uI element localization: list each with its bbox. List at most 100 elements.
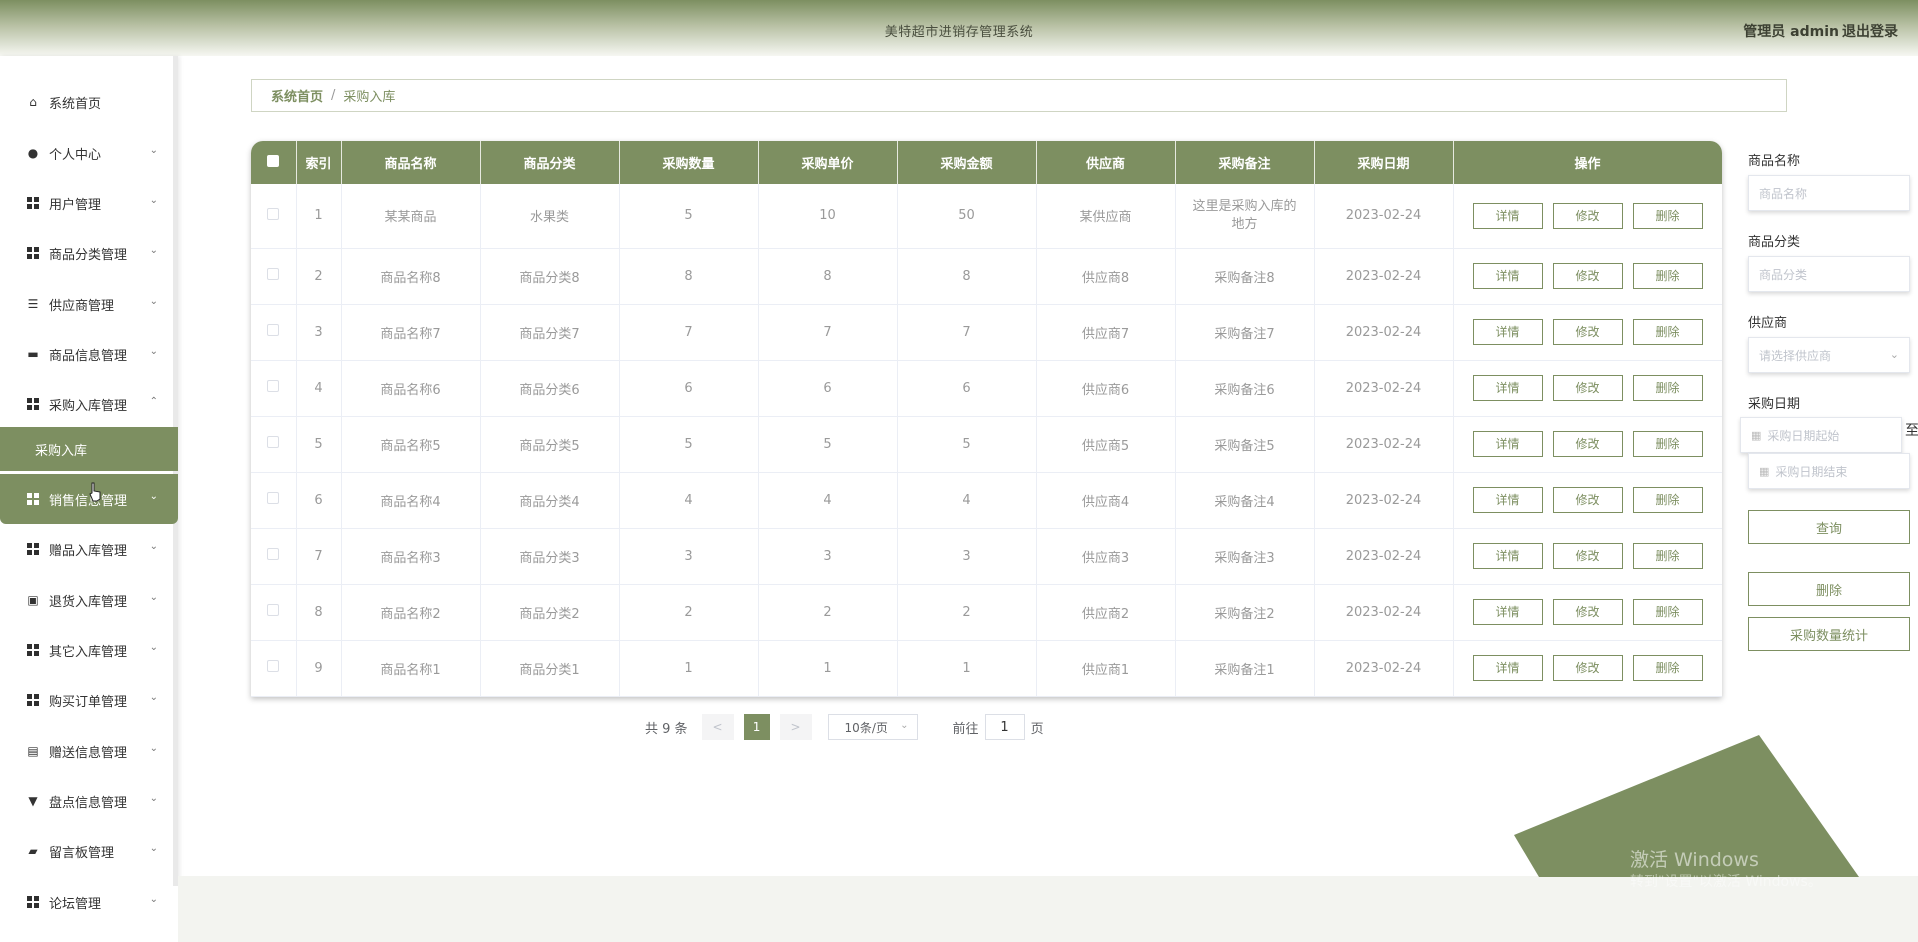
detail-button[interactable]: 详情 [1472,375,1543,401]
edit-button[interactable]: 修改 [1552,202,1623,229]
table-row: 9 商品名称1 商品分类1 1 1 1 供应商1 采购备注1 2023-02-24 详情 修改 删除 [251,640,1722,697]
detail-button[interactable]: 详情 [1472,431,1543,457]
row-checkbox[interactable] [267,492,280,504]
sidebar-item[interactable]: 论坛管理 ⌄ [0,877,178,927]
detail-button[interactable]: 详情 [1472,487,1543,513]
filter-supplier-select[interactable]: 请选择供应商 ⌄ [1748,337,1910,373]
sidebar-item[interactable]: 赠品入库管理 ⌄ [0,524,178,574]
purchase-stats-button[interactable]: 采购数量统计 [1748,617,1910,651]
delete-button[interactable]: 删除 [1632,319,1703,345]
detail-button[interactable]: 详情 [1472,543,1543,569]
delete-button[interactable]: 删除 [1632,263,1703,289]
row-select-cell[interactable] [251,528,297,585]
delete-button[interactable]: 删除 [1632,543,1703,569]
goto-prefix: 前往 [952,721,979,737]
edit-button[interactable]: 修改 [1552,319,1623,345]
edit-button[interactable]: 修改 [1552,263,1623,289]
sidebar-item[interactable]: ☰ 供应商管理 ⌄ [0,279,178,329]
page-size-select[interactable]: 10条/页 ⌄ [827,714,918,740]
sidebar-item[interactable]: 购买订单管理 ⌄ [0,675,178,725]
delete-button[interactable]: 删除 [1632,375,1703,401]
cell-supplier: 供应商3 [1036,528,1176,585]
row-checkbox[interactable] [267,380,280,392]
sidebar-item[interactable]: 其它入库管理 ⌄ [0,625,178,675]
grid-icon [26,246,40,260]
cell-name: 商品名称5 [341,416,481,473]
sidebar-item-label: 供应商管理 [49,298,115,314]
column-header: 采购单价 [758,141,898,184]
select-all-cell[interactable] [251,141,297,184]
row-select-cell[interactable] [251,184,297,249]
cell-date: 2023-02-24 [1314,248,1454,305]
row-actions-cell: 详情 修改 删除 [1453,360,1722,417]
row-select-cell[interactable] [251,304,297,361]
column-header: 索引 [296,141,342,184]
edit-button[interactable]: 修改 [1552,487,1623,513]
chevron-down-icon: ⌄ [149,491,158,502]
pagination-page-button[interactable]: 1 [743,714,770,740]
select-all-checkbox[interactable] [267,154,280,167]
sidebar-item[interactable]: ▼ 盘点信息管理 ⌄ [0,776,178,826]
row-checkbox[interactable] [267,604,280,616]
sidebar-item[interactable]: ▬ 商品信息管理 ⌄ [0,329,178,379]
delete-button[interactable]: 删除 [1632,599,1703,625]
detail-button[interactable]: 详情 [1472,655,1543,681]
sidebar-item[interactable]: 商品分类管理 ⌄ [0,228,178,278]
row-select-cell[interactable] [251,248,297,305]
cell-name: 商品名称8 [341,248,481,305]
breadcrumb-home[interactable]: 系统首页 [271,86,323,105]
delete-button[interactable]: 删除 [1632,202,1703,229]
filter-name-placeholder: 商品名称 [1759,186,1808,201]
filter-date-start-input[interactable]: ▦ 采购日期起始 [1740,417,1902,453]
row-select-cell[interactable] [251,360,297,417]
delete-button[interactable]: 删除 [1632,655,1703,681]
row-select-cell[interactable] [251,416,297,473]
detail-button[interactable]: 详情 [1472,319,1543,345]
sidebar-subitem-purchase-in[interactable]: 采购入库 [0,427,178,471]
sidebar-item[interactable]: ● 个人中心 ⌄ [0,128,178,178]
search-button[interactable]: 查询 [1748,510,1910,544]
pagination-next-button[interactable]: > [779,714,812,740]
detail-button[interactable]: 详情 [1472,599,1543,625]
edit-button[interactable]: 修改 [1552,431,1623,457]
edit-button[interactable]: 修改 [1552,375,1623,401]
goto-page-input[interactable]: 1 [984,714,1025,740]
row-select-cell[interactable] [251,640,297,697]
row-checkbox[interactable] [267,548,280,560]
filter-name-input[interactable]: 商品名称 [1748,175,1910,211]
row-checkbox[interactable] [267,660,280,672]
detail-button[interactable]: 详情 [1472,202,1543,229]
row-checkbox[interactable] [267,324,280,336]
sidebar-item-label: 赠送信息管理 [49,745,128,761]
sidebar-item[interactable]: 用户管理 ⌄ [0,178,178,228]
filter-category-placeholder: 商品分类 [1759,267,1808,282]
sidebar-item-label: 赠品入库管理 [49,543,128,559]
sidebar-item[interactable]: ▤ 赠送信息管理 ⌄ [0,726,178,776]
edit-button[interactable]: 修改 [1552,599,1623,625]
logout-link[interactable]: 退出登录 [1842,21,1898,41]
sidebar-item[interactable]: 采购入库管理 ⌃ [0,379,178,429]
pagination-prev-button[interactable]: < [701,714,734,740]
detail-button[interactable]: 详情 [1472,263,1543,289]
row-checkbox[interactable] [267,436,280,448]
windows-activation-title: 激活 Windows [1630,849,1759,871]
cell-note: 采购备注3 [1175,528,1315,585]
row-actions-cell: 详情 修改 删除 [1453,584,1722,641]
chevron-down-icon: ⌄ [149,592,158,603]
row-select-cell[interactable] [251,472,297,529]
delete-button[interactable]: 删除 [1632,487,1703,513]
filter-category-input[interactable]: 商品分类 [1748,256,1910,292]
row-actions-cell: 详情 修改 删除 [1453,472,1722,529]
sidebar-item[interactable]: ▣ 退货入库管理 ⌄ [0,575,178,625]
row-checkbox[interactable] [267,207,280,220]
row-select-cell[interactable] [251,584,297,641]
sidebar-item[interactable]: ⌂ 系统首页 [0,77,178,127]
row-checkbox[interactable] [267,268,280,280]
edit-button[interactable]: 修改 [1552,655,1623,681]
delete-button[interactable]: 删除 [1632,431,1703,457]
filter-date-end-input[interactable]: ▦ 采购日期结束 [1748,453,1910,489]
sidebar-item[interactable]: ▰ 留言板管理 ⌄ [0,826,178,876]
row-actions-cell: 详情 修改 删除 [1453,528,1722,585]
bulk-delete-button[interactable]: 删除 [1748,572,1910,606]
edit-button[interactable]: 修改 [1552,543,1623,569]
